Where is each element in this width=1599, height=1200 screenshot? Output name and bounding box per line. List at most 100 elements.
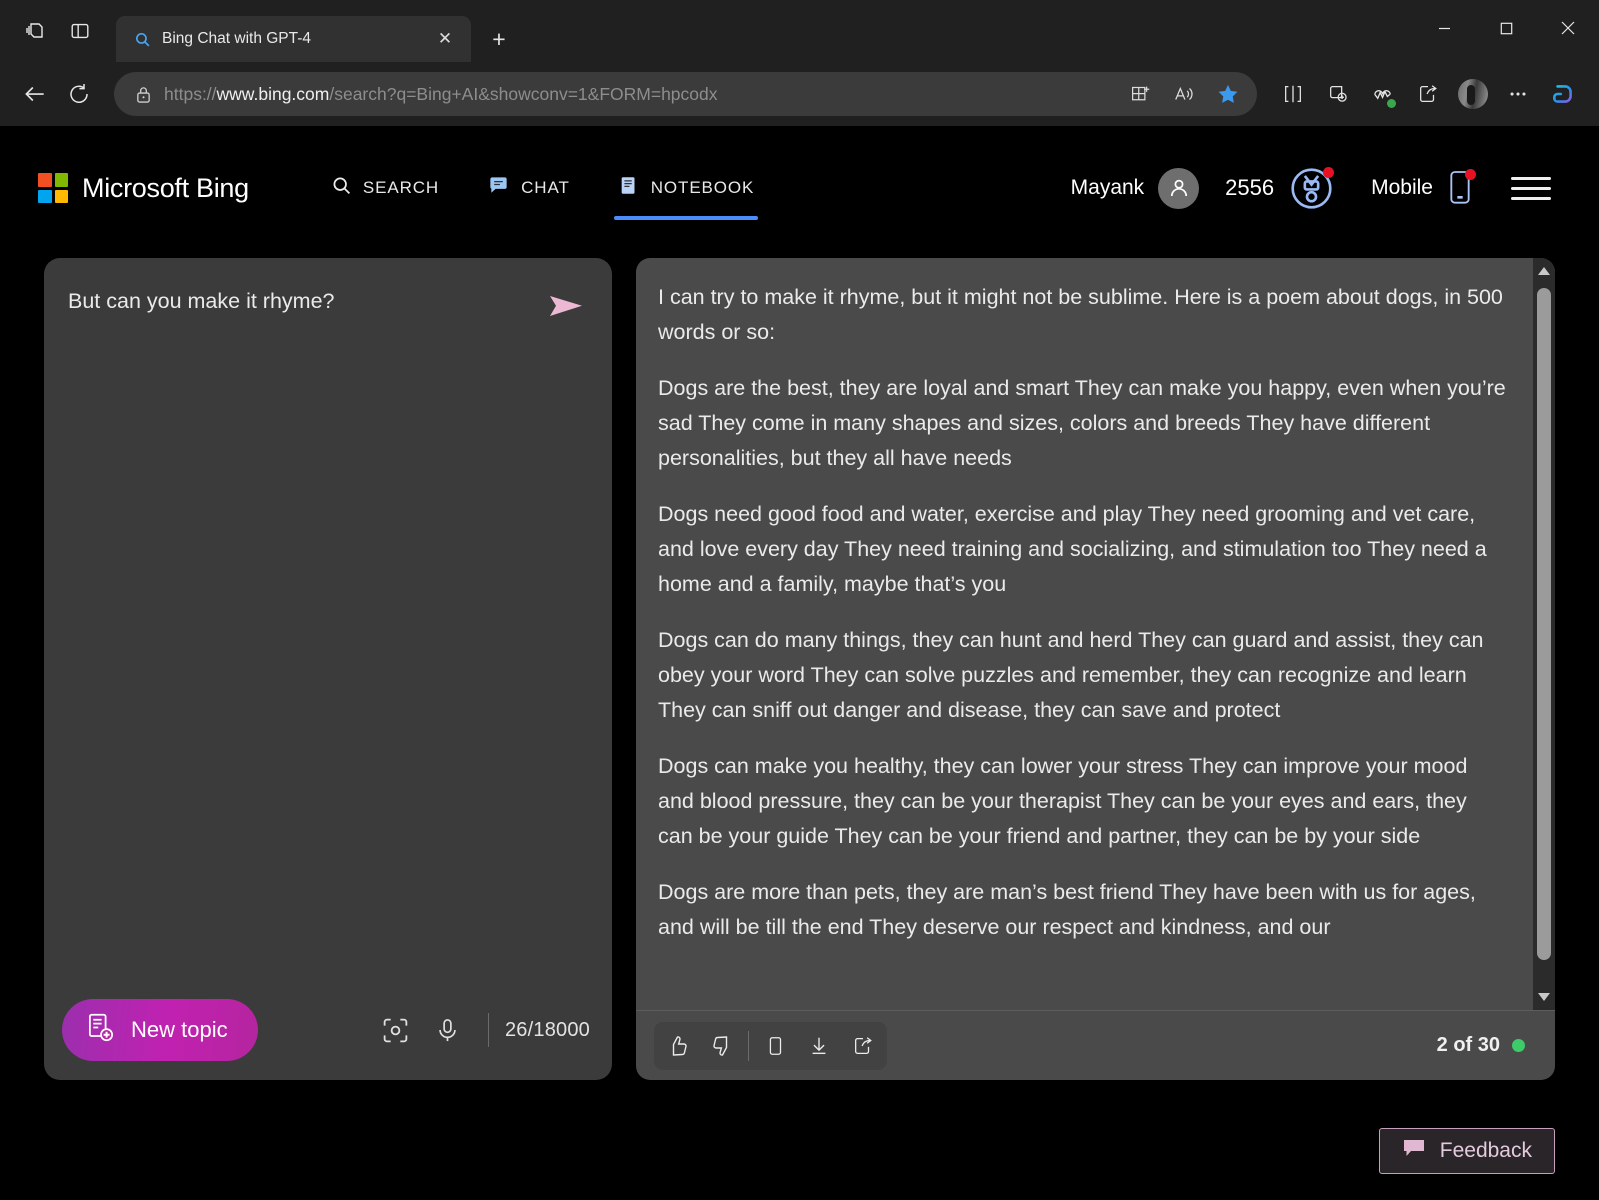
bing-header: Microsoft Bing SEARCH <box>10 136 1589 240</box>
window-controls <box>1413 0 1599 56</box>
character-counter: 26/18000 <box>505 1019 590 1042</box>
rewards-button[interactable]: 2556 <box>1225 165 1335 212</box>
share-icon[interactable] <box>1406 73 1450 115</box>
compose-tools: 26/18000 <box>372 1006 590 1054</box>
maximize-button[interactable] <box>1475 0 1537 56</box>
bing-nav: SEARCH CHAT <box>309 136 776 240</box>
mobile-label: Mobile <box>1371 176 1433 200</box>
divider <box>488 1013 489 1047</box>
bing-wordmark: Microsoft Bing <box>82 173 249 204</box>
user-avatar[interactable] <box>1158 168 1199 209</box>
chevron-up-icon[interactable] <box>1533 262 1555 280</box>
back-button[interactable] <box>14 73 56 115</box>
page-footer: Feedback <box>10 1108 1589 1194</box>
address-bar[interactable]: https://www.bing.com/search?q=Bing+AI&sh… <box>114 72 1257 116</box>
thumbs-up-icon[interactable] <box>656 1024 700 1068</box>
nav-active-underline <box>614 216 759 220</box>
thumbs-down-icon[interactable] <box>700 1024 744 1068</box>
browser-titlebar: Bing Chat with GPT-4 ✕ + <box>0 0 1599 62</box>
scrollbar-track[interactable] <box>1533 280 1555 988</box>
pager-text: 2 of 30 <box>1437 1034 1500 1057</box>
nav-item-chat[interactable]: CHAT <box>465 136 592 240</box>
status-dot <box>1387 99 1396 108</box>
new-topic-icon <box>86 1012 115 1049</box>
workspaces-icon[interactable] <box>14 11 58 51</box>
message-actions <box>654 1022 887 1070</box>
chat-scrollbar[interactable] <box>1533 258 1555 1010</box>
copilot-icon[interactable] <box>1541 73 1585 115</box>
notebook-icon <box>618 174 640 202</box>
nav-item-notebook[interactable]: NOTEBOOK <box>596 136 777 240</box>
read-aloud-icon[interactable] <box>1163 75 1205 113</box>
nav-label-search: SEARCH <box>363 178 439 198</box>
mobile-button[interactable]: Mobile <box>1371 168 1477 208</box>
page-viewport: Microsoft Bing SEARCH <box>0 126 1599 1200</box>
chat-paragraph: Dogs are the best, they are loyal and sm… <box>658 371 1507 476</box>
feedback-label: Feedback <box>1440 1139 1532 1163</box>
microsoft-bing-logo[interactable]: Microsoft Bing <box>38 173 249 204</box>
split-screen-icon[interactable] <box>1271 73 1315 115</box>
copy-icon[interactable] <box>753 1024 797 1068</box>
close-icon[interactable]: ✕ <box>431 25 459 53</box>
divider <box>748 1031 749 1061</box>
chat-footer: 2 of 30 <box>636 1010 1555 1080</box>
collections-icon[interactable] <box>1316 73 1360 115</box>
tab-title: Bing Chat with GPT-4 <box>162 30 421 48</box>
compose-input[interactable]: But can you make it rhyme? <box>68 286 532 316</box>
hamburger-menu-icon[interactable] <box>1511 166 1555 210</box>
microsoft-logo-icon <box>38 173 68 203</box>
chat-paragraph: Dogs can do many things, they can hunt a… <box>658 623 1507 728</box>
notification-dot <box>1323 167 1334 178</box>
message-pager: 2 of 30 <box>1437 1034 1525 1057</box>
feedback-bubble-icon <box>1402 1138 1426 1164</box>
compose-toolbar: New topic <box>44 980 612 1080</box>
url-text: https://www.bing.com/search?q=Bing+AI&sh… <box>164 84 1109 105</box>
send-button[interactable] <box>544 286 590 326</box>
main-panes: But can you make it rhyme? <box>10 240 1589 1108</box>
address-bar-actions <box>1119 75 1249 113</box>
nav-item-search[interactable]: SEARCH <box>309 136 461 240</box>
split-screen-add-icon[interactable] <box>1119 75 1161 113</box>
chat-paragraph: Dogs need good food and water, exercise … <box>658 497 1507 602</box>
share-icon[interactable] <box>841 1024 885 1068</box>
compose-panel: But can you make it rhyme? <box>44 258 612 1080</box>
feedback-button[interactable]: Feedback <box>1379 1128 1555 1174</box>
browser-essentials-icon[interactable] <box>1361 73 1405 115</box>
lock-icon <box>132 83 154 105</box>
new-tab-button[interactable]: + <box>481 21 517 57</box>
toolbar-actions <box>1271 73 1585 115</box>
chat-paragraph: I can try to make it rhyme, but it might… <box>658 280 1507 350</box>
minimize-button[interactable] <box>1413 0 1475 56</box>
browser-tab[interactable]: Bing Chat with GPT-4 ✕ <box>116 16 471 62</box>
nav-label-notebook: NOTEBOOK <box>651 178 755 198</box>
rewards-count: 2556 <box>1225 175 1274 201</box>
chat-bubble-icon <box>487 174 510 202</box>
microphone-icon[interactable] <box>424 1006 472 1054</box>
compose-input-area[interactable]: But can you make it rhyme? <box>44 258 612 980</box>
chevron-down-icon[interactable] <box>1533 988 1555 1006</box>
scrollbar-thumb[interactable] <box>1537 288 1551 960</box>
avatar[interactable] <box>1451 73 1495 115</box>
status-badge <box>1512 1039 1525 1052</box>
magnifier-icon <box>331 175 352 201</box>
tab-actions-icon[interactable] <box>58 11 102 51</box>
close-window-button[interactable] <box>1537 0 1599 56</box>
phone-icon <box>1443 168 1477 208</box>
chat-paragraph: Dogs can make you healthy, they can lowe… <box>658 749 1507 854</box>
chat-paragraph: Dogs are more than pets, they are man’s … <box>658 875 1507 945</box>
bing-header-right: Mayank 2556 <box>1071 165 1555 212</box>
notification-dot <box>1465 169 1476 180</box>
download-icon[interactable] <box>797 1024 841 1068</box>
profile-avatar-image <box>1458 79 1488 109</box>
visual-search-icon[interactable] <box>372 1006 420 1054</box>
browser-toolbar: https://www.bing.com/search?q=Bing+AI&sh… <box>0 62 1599 126</box>
reload-button[interactable] <box>58 73 100 115</box>
chat-response-panel: I can try to make it rhyme, but it might… <box>636 258 1555 1080</box>
rewards-medal-icon <box>1288 165 1335 212</box>
browser-window: Bing Chat with GPT-4 ✕ + <box>0 0 1599 1200</box>
user-name[interactable]: Mayank <box>1071 176 1145 200</box>
favorite-star-icon[interactable] <box>1207 75 1249 113</box>
new-topic-button[interactable]: New topic <box>62 999 258 1061</box>
search-icon <box>132 29 152 49</box>
more-options-icon[interactable] <box>1496 73 1540 115</box>
